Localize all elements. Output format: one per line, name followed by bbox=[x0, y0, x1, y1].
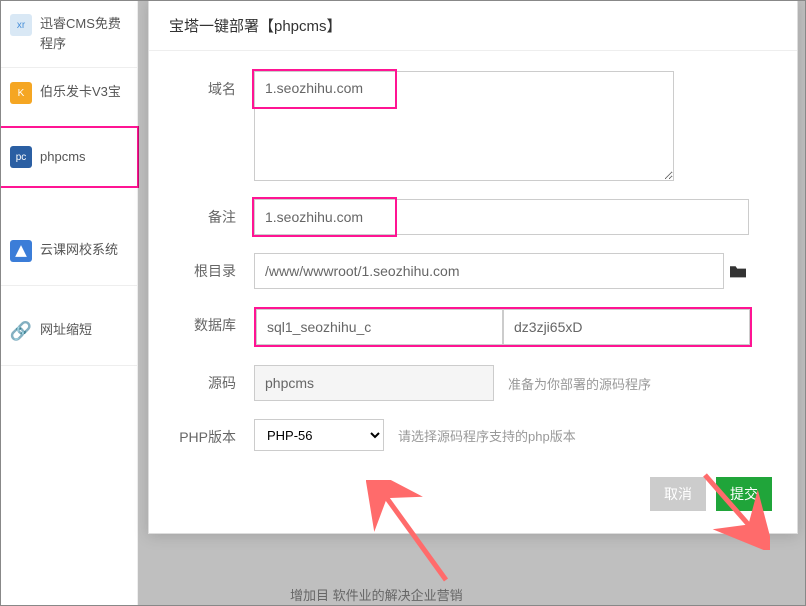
app-icon: K bbox=[10, 82, 32, 104]
sidebar-item-bole[interactable]: K 伯乐发卡V3宝 bbox=[0, 68, 137, 128]
footer-text: 增加目 软件业的解决企业营销 bbox=[290, 585, 463, 604]
sidebar-item-label: 网址缩短 bbox=[40, 320, 92, 340]
sidebar-item-label: 伯乐发卡V3宝 bbox=[40, 82, 121, 102]
modal-footer: 取消 提交 bbox=[149, 469, 797, 511]
remark-label: 备注 bbox=[174, 199, 254, 227]
deploy-form: 域名 1.seozhihu.com 备注 根目录 数据库 bbox=[149, 51, 797, 451]
sidebar-item-yunke[interactable]: 云课网校系统 bbox=[0, 226, 137, 286]
link-icon: 🔗 bbox=[10, 320, 32, 342]
domain-label: 域名 bbox=[174, 71, 254, 99]
source-input bbox=[254, 365, 494, 401]
source-hint: 准备为你部署的源码程序 bbox=[508, 374, 651, 393]
app-icon: xr bbox=[10, 14, 32, 36]
db-password-input[interactable] bbox=[503, 309, 750, 345]
app-icon: pc bbox=[10, 146, 32, 168]
remark-input[interactable] bbox=[254, 199, 749, 235]
modal-title: 宝塔一键部署【phpcms】 bbox=[149, 1, 797, 51]
source-label: 源码 bbox=[174, 365, 254, 393]
sidebar: xr 迅睿CMS免费程序 K 伯乐发卡V3宝 pc phpcms 云课网校系统 … bbox=[0, 0, 138, 606]
sidebar-item-xunrui[interactable]: xr 迅睿CMS免费程序 bbox=[0, 0, 137, 68]
cancel-button[interactable]: 取消 bbox=[650, 477, 706, 511]
sidebar-item-label: phpcms bbox=[40, 147, 86, 167]
row-php: PHP版本 PHP-56 请选择源码程序支持的php版本 bbox=[174, 419, 772, 451]
root-label: 根目录 bbox=[174, 253, 254, 281]
app-icon bbox=[10, 240, 32, 262]
db-label: 数据库 bbox=[174, 307, 254, 335]
php-version-select[interactable]: PHP-56 bbox=[254, 419, 384, 451]
php-hint: 请选择源码程序支持的php版本 bbox=[398, 426, 576, 445]
sidebar-item-label: 云课网校系统 bbox=[40, 240, 118, 260]
php-label: PHP版本 bbox=[174, 419, 254, 447]
folder-browse-button[interactable] bbox=[724, 253, 752, 289]
submit-button[interactable]: 提交 bbox=[716, 477, 772, 511]
folder-icon bbox=[728, 263, 748, 279]
row-root: 根目录 bbox=[174, 253, 772, 289]
sidebar-item-phpcms[interactable]: pc phpcms bbox=[0, 126, 139, 188]
row-domain: 域名 1.seozhihu.com bbox=[174, 71, 772, 181]
deploy-modal: 宝塔一键部署【phpcms】 域名 1.seozhihu.com 备注 根目录 bbox=[148, 0, 798, 534]
domain-input[interactable]: 1.seozhihu.com bbox=[254, 71, 674, 181]
row-remark: 备注 bbox=[174, 199, 772, 235]
root-input[interactable] bbox=[254, 253, 724, 289]
row-source: 源码 准备为你部署的源码程序 bbox=[174, 365, 772, 401]
db-name-input[interactable] bbox=[256, 309, 503, 345]
sidebar-item-label: 迅睿CMS免费程序 bbox=[40, 14, 127, 53]
row-database: 数据库 bbox=[174, 307, 772, 347]
sidebar-item-shorturl[interactable]: 🔗 网址缩短 bbox=[0, 306, 137, 366]
